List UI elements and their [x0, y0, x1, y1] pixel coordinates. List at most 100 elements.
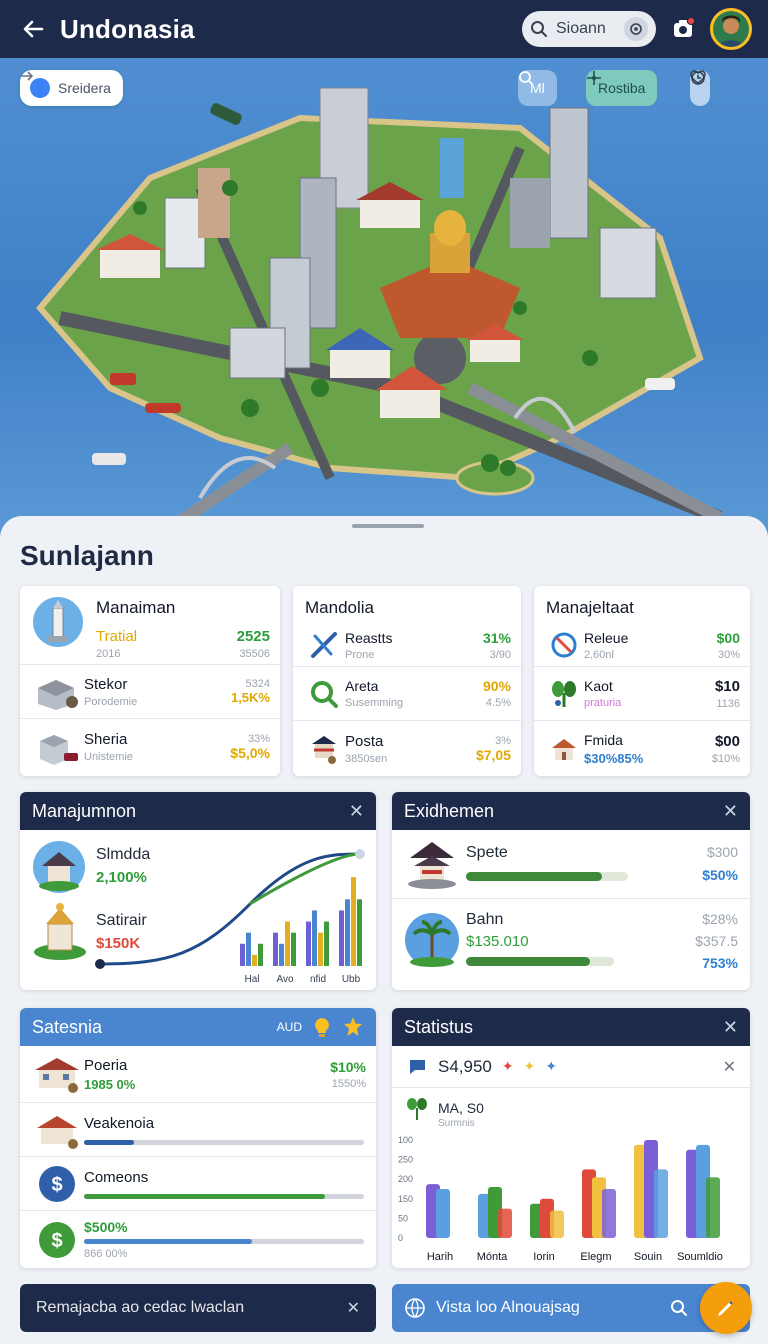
back-button[interactable]: [16, 12, 50, 46]
card-manaiman[interactable]: Manaiman Tratial 2016 2525 35506 Stekor …: [20, 586, 280, 776]
chat-bubble-icon: [409, 1059, 425, 1074]
item-sub: Prone: [345, 648, 375, 661]
item-sub: Susemming: [345, 697, 404, 709]
card-statistus[interactable]: Statistus ✕ S4,950 ✦ ✦ ✦ ✕ MA, S0 Surmni…: [392, 1008, 750, 1268]
card-satesnia[interactable]: Satesnia AUD Poeria 1985 0% $10% 1550% V…: [20, 1008, 376, 1268]
list-item[interactable]: Poeria 1985 0% $10% 1550%: [20, 1046, 376, 1102]
house-icon: [552, 738, 576, 760]
item-value-sub: $50%: [702, 867, 738, 883]
trend-line-highlight: [249, 852, 361, 906]
close-icon[interactable]: ✕: [723, 1057, 736, 1077]
list-item[interactable]: $ $500% 866 00%: [20, 1210, 376, 1268]
sheet-drag-handle[interactable]: [352, 524, 424, 528]
list-item[interactable]: Reastts Prone 31% 3/90: [293, 624, 521, 666]
chart-bar: [306, 921, 311, 966]
edit-fab-button[interactable]: [700, 1282, 752, 1334]
card-exidhemen[interactable]: Exidhemen ✕ Spete $300 $50% Bahn $135.01…: [392, 792, 750, 990]
item-value: $00: [714, 732, 740, 750]
stats-summary-row: S4,950 ✦ ✦ ✦ ✕: [392, 1046, 750, 1088]
y-tick-label: 200: [398, 1174, 413, 1184]
route-chip[interactable]: Rostiba: [586, 70, 658, 106]
footer-message: Remajacba ao cedac lwaclan: [36, 1299, 245, 1316]
list-item[interactable]: Stekor Porodemie 5324 1,5K%: [20, 664, 280, 718]
card-mandolia[interactable]: Mandolia Reastts Prone 31% 3/90 Areta Su…: [293, 586, 521, 776]
close-icon[interactable]: ✕: [723, 801, 738, 822]
footer-message-bar[interactable]: Remajacba ao cedac lwaclan ✕: [20, 1284, 376, 1332]
card-manajumnon[interactable]: Manajumnon ✕ Slmdda 2,100% Satirair $150…: [20, 792, 376, 990]
list-item[interactable]: Sheria Unistemie 33% $5,0%: [20, 718, 280, 774]
search-field[interactable]: Sioann: [522, 11, 656, 47]
map-search-chip[interactable]: Ml: [518, 70, 557, 106]
list-item[interactable]: Areta Susemming 90% 4.5%: [293, 666, 521, 720]
item-sub: 866 00%: [84, 1248, 128, 1260]
item-value: $300: [706, 844, 738, 860]
item-name: $500%: [84, 1219, 128, 1235]
x-tick-label: Avo: [276, 974, 293, 985]
globe-icon: [405, 1298, 425, 1318]
lightbulb-icon[interactable]: [312, 1016, 332, 1038]
city-map-hero[interactable]: Sreidera Ml Rostiba: [0, 58, 768, 538]
chart-bar: [246, 932, 251, 966]
item-sub: praturia: [584, 697, 622, 709]
trend-start-point: [95, 959, 105, 969]
camera-button[interactable]: [666, 12, 700, 46]
close-icon[interactable]: ✕: [349, 801, 364, 822]
list-item[interactable]: Veakenoia: [20, 1102, 376, 1156]
card-header: Statistus ✕: [392, 1008, 750, 1046]
item-value-sub: 30%: [717, 648, 740, 661]
user-avatar[interactable]: [710, 8, 752, 50]
item-sub: Unistemie: [84, 750, 133, 763]
item-value-sub: $7,05: [475, 746, 511, 763]
card-title: Mandolia: [305, 598, 374, 617]
item-name: Reastts: [345, 629, 393, 646]
map-actions-chip[interactable]: [690, 70, 710, 106]
chart-bar: [291, 932, 296, 966]
list-item[interactable]: $ Comeons: [20, 1156, 376, 1210]
item-name: Bahn: [466, 911, 504, 928]
chart-bar: [654, 1169, 668, 1238]
list-item[interactable]: Posta 3850sen 3% $7,05: [293, 720, 521, 776]
item-value-sub: 1136: [716, 697, 740, 710]
building-icon: [40, 734, 78, 765]
search-icon: [519, 71, 533, 85]
list-item[interactable]: Kaot praturia $10 1136: [534, 666, 750, 720]
chart-bar: [339, 910, 344, 966]
list-item[interactable]: Bahn $135.010 $28% $357.5 753%: [392, 899, 750, 989]
card-manajeltaat[interactable]: Manajeltaat Releue 2,60nl $00 30% Kaot p…: [534, 586, 750, 776]
search-icon[interactable]: [670, 1299, 688, 1317]
notification-dot: [687, 17, 695, 25]
progress-fill: [84, 1239, 252, 1244]
chart-bar: [324, 921, 329, 966]
voice-icon[interactable]: [624, 17, 648, 41]
item-name: Tratial: [96, 628, 138, 645]
close-icon[interactable]: ✕: [723, 1017, 738, 1038]
chart-bar: [550, 1210, 564, 1238]
card-title: Statistus: [404, 1016, 474, 1037]
list-item[interactable]: Fmida $30%85% $00 $10%: [534, 720, 750, 776]
item-name: Poeria: [84, 1056, 128, 1074]
top-app-bar: Undonasia Sioann: [0, 0, 768, 58]
y-tick-label: 100: [398, 1135, 413, 1145]
item-sub: 1985 0%: [84, 1076, 136, 1092]
compass-icon: [587, 71, 601, 85]
chart-bar: [258, 943, 263, 966]
close-icon[interactable]: ✕: [347, 1298, 360, 1318]
card-title: Manajeltaat: [546, 598, 634, 617]
location-chip[interactable]: Sreidera: [20, 70, 123, 106]
list-item[interactable]: Releue 2,60nl $00 30%: [534, 624, 750, 666]
star-badge-icon[interactable]: [342, 1016, 364, 1038]
card-header: Manajumnon ✕: [20, 792, 376, 830]
heart-icon[interactable]: [690, 70, 706, 84]
item-name: Veakenoia: [84, 1114, 155, 1132]
card-title: Manajumnon: [32, 800, 137, 821]
list-item[interactable]: Spete $300 $50%: [392, 830, 750, 898]
item-value-secondary: $357.5: [695, 933, 738, 949]
item-value-sub: 753%: [702, 955, 738, 971]
x-tick-label: Mónta: [477, 1251, 508, 1263]
item-name: Releue: [584, 629, 629, 646]
chart-bar: [345, 899, 350, 966]
item-value: $00: [716, 629, 740, 646]
item-name: Kaot: [584, 678, 613, 694]
footer-search-bar[interactable]: Vista loo Alnouajsag: [392, 1284, 750, 1332]
trend-end-point: [355, 849, 365, 859]
